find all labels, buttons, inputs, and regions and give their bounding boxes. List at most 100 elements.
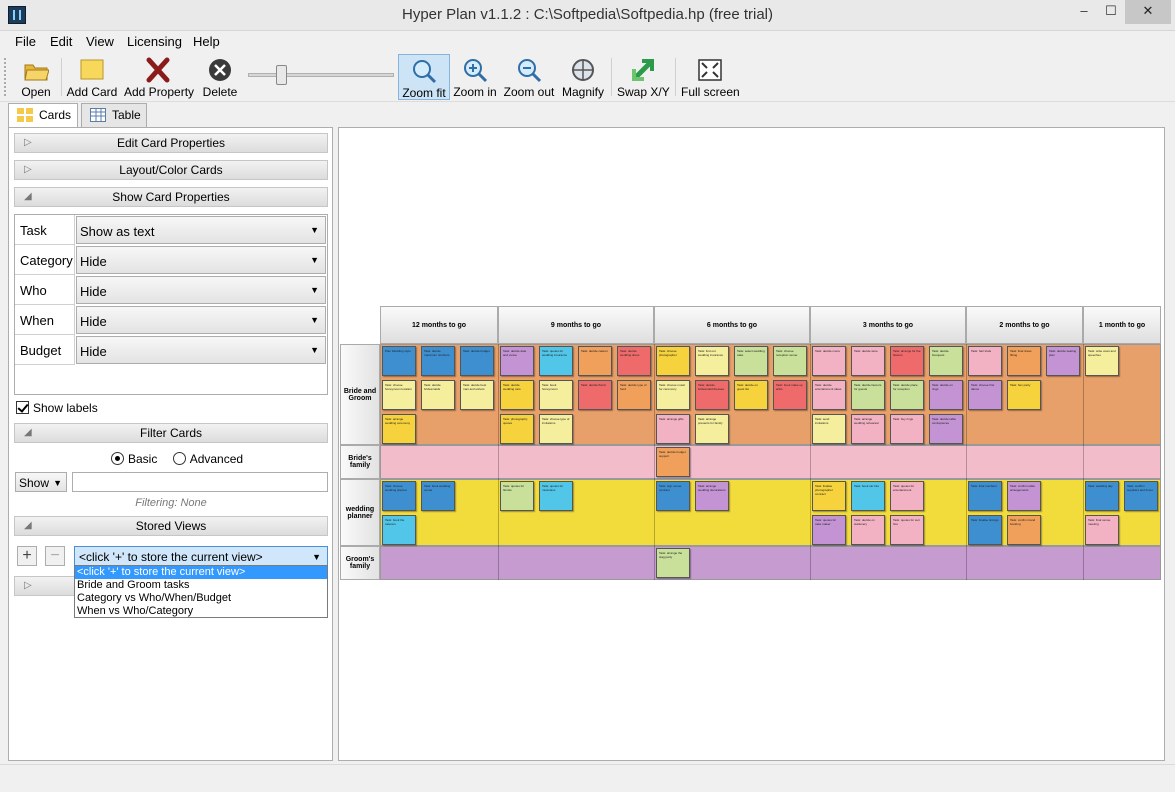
- filter-cards-section[interactable]: ◢ Filter Cards: [14, 423, 328, 443]
- task-card[interactable]: Task: decide place for reception: [890, 380, 924, 410]
- task-card[interactable]: Task: choose music for ceremony: [656, 380, 690, 410]
- dropdown-option[interactable]: Category vs Who/When/Budget: [75, 592, 327, 605]
- task-card[interactable]: Task: arrange for the flowers: [890, 346, 924, 376]
- menu-view[interactable]: View: [86, 34, 114, 49]
- task-card[interactable]: Task: decide on guest list: [734, 380, 768, 410]
- tab-table[interactable]: Table: [81, 103, 147, 127]
- task-card[interactable]: Task: confirm band booking: [1007, 515, 1041, 545]
- task-card[interactable]: Task: decide bridesmaid dresses: [695, 380, 729, 410]
- filter-input[interactable]: [72, 472, 328, 492]
- task-card[interactable]: Task: confirm table arrangements: [1007, 481, 1041, 511]
- task-card[interactable]: Task: arrange wedding decorations: [695, 481, 729, 511]
- when-display-select[interactable]: Hide ▼: [76, 306, 326, 334]
- tab-cards[interactable]: Cards: [8, 103, 78, 128]
- layout-color-cards-section[interactable]: ▷ Layout/Color Cards: [14, 160, 328, 180]
- edit-card-properties-section[interactable]: ▷ Edit Card Properties: [14, 133, 328, 153]
- add-view-button[interactable]: +: [17, 546, 37, 566]
- dropdown-option[interactable]: <click '+' to store the current view>: [75, 566, 327, 579]
- task-card[interactable]: Task: photography quotes: [500, 414, 534, 444]
- task-card[interactable]: Task: book car hire: [851, 481, 885, 511]
- task-card[interactable]: Task: decide seating plan: [1046, 346, 1080, 376]
- task-card[interactable]: Task: decide caterer: [578, 346, 612, 376]
- maximize-button[interactable]: ☐: [1097, 0, 1125, 24]
- task-card[interactable]: Task: decide on stationery: [851, 515, 885, 545]
- zoom-slider-thumb[interactable]: [276, 65, 287, 85]
- filter-show-select[interactable]: Show ▼: [15, 472, 67, 492]
- delete-button[interactable]: Delete: [199, 54, 241, 100]
- zoom-fit-button[interactable]: Zoom fit: [398, 54, 450, 100]
- task-card[interactable]: Task: decide maximum numbers: [421, 346, 455, 376]
- task-card[interactable]: Task: decide menu: [812, 346, 846, 376]
- menu-edit[interactable]: Edit: [50, 34, 72, 49]
- menu-help[interactable]: Help: [193, 34, 220, 49]
- task-card[interactable]: Task: sign venue contract: [656, 481, 690, 511]
- task-card[interactable]: Task: decide best man and ushers: [460, 380, 494, 410]
- task-card[interactable]: Task: confirm suppliers and times: [1124, 481, 1158, 511]
- task-card[interactable]: Task: quotes for entertainment: [890, 481, 924, 511]
- task-card[interactable]: Task: book the caterers: [382, 515, 416, 545]
- task-card[interactable]: Task: send invitations: [812, 414, 846, 444]
- task-card[interactable]: Task: decide date and venue: [500, 346, 534, 376]
- task-card[interactable]: Task: buy rings: [890, 414, 924, 444]
- task-card[interactable]: Task: final dress fitting: [1007, 346, 1041, 376]
- task-card[interactable]: Task: choose honeymoon location: [382, 380, 416, 410]
- open-button[interactable]: Open: [14, 54, 58, 100]
- task-card[interactable]: Task: choose first dance: [968, 380, 1002, 410]
- add-property-button[interactable]: Add Property: [124, 54, 194, 100]
- task-card[interactable]: Task: decide entertainment ideas: [812, 380, 846, 410]
- task-card[interactable]: Task: decide type of food: [617, 380, 651, 410]
- swap-xy-button[interactable]: Swap X/Y: [617, 54, 670, 100]
- task-card[interactable]: Task: quotes for cake maker: [812, 515, 846, 545]
- advanced-radio[interactable]: Advanced: [172, 452, 243, 466]
- task-card[interactable]: Task: quotes for suit hire: [890, 515, 924, 545]
- menu-licensing[interactable]: Licensing: [127, 34, 182, 49]
- task-card[interactable]: Task: arrange wedding ceremony: [382, 414, 416, 444]
- task-card[interactable]: Task: book wedding venue: [421, 481, 455, 511]
- task-card[interactable]: Task: write vows and speeches: [1085, 346, 1119, 376]
- task-card[interactable]: Task: final numbers: [968, 481, 1002, 511]
- minimize-button[interactable]: –: [1070, 0, 1098, 24]
- category-display-select[interactable]: Hide ▼: [76, 246, 326, 274]
- budget-display-select[interactable]: Hide ▼: [76, 336, 326, 364]
- task-card[interactable]: Task: decide wine: [851, 346, 885, 376]
- task-card[interactable]: Task: decide on rings: [929, 380, 963, 410]
- task-card[interactable]: Task: quotes for wedding insurance: [539, 346, 573, 376]
- menu-file[interactable]: File: [15, 34, 36, 49]
- task-card[interactable]: Task: finalise photographer contract: [812, 481, 846, 511]
- task-card[interactable]: Task: decide florist: [578, 380, 612, 410]
- task-card[interactable]: Task: arrange wedding rehearsal: [851, 414, 885, 444]
- magnify-button[interactable]: Magnify: [561, 54, 605, 100]
- dropdown-option[interactable]: When vs Who/Category: [75, 605, 327, 618]
- task-card[interactable]: Task: decide wedding dress: [617, 346, 651, 376]
- task-card[interactable]: Task: decide wedding cars: [500, 380, 534, 410]
- card-board-canvas[interactable]: 12 months to go 9 months to go 6 months to…: [338, 127, 1165, 761]
- task-card[interactable]: Task: decide budget support: [656, 447, 690, 477]
- dropdown-option[interactable]: Bride and Groom tasks: [75, 579, 327, 592]
- task-card[interactable]: Plan Wedding style: [382, 346, 416, 376]
- task-card[interactable]: Task: choose reception venue: [773, 346, 807, 376]
- stored-view-select[interactable]: <click '+' to store the current view> ▼: [74, 546, 328, 566]
- task-card[interactable]: Task: choose photographer: [656, 346, 690, 376]
- task-card[interactable]: Task: decide budget: [460, 346, 494, 376]
- task-card[interactable]: Task: choose wedding planner: [382, 481, 416, 511]
- task-card[interactable]: Task: wedding day: [1085, 481, 1119, 511]
- task-card[interactable]: Task: quotes for musicians: [539, 481, 573, 511]
- task-card[interactable]: Task: choose type of invitations: [539, 414, 573, 444]
- task-card[interactable]: Task: hen party: [1007, 380, 1041, 410]
- task-card[interactable]: Task: decide bridesmaids: [421, 380, 455, 410]
- close-button[interactable]: ✕: [1125, 0, 1171, 24]
- stored-views-section[interactable]: ◢ Stored Views: [14, 516, 328, 536]
- task-card[interactable]: Task: arrange the stag party: [656, 548, 690, 578]
- basic-radio[interactable]: Basic: [111, 452, 157, 466]
- show-card-properties-section[interactable]: ◢ Show Card Properties: [14, 187, 328, 207]
- zoom-out-button[interactable]: Zoom out: [503, 54, 555, 100]
- task-card[interactable]: Task: final venue meeting: [1085, 515, 1119, 545]
- who-display-select[interactable]: Hide ▼: [76, 276, 326, 304]
- task-card[interactable]: Task: decide table centrepieces: [929, 414, 963, 444]
- show-labels-checkbox[interactable]: Show labels: [16, 401, 98, 415]
- task-card[interactable]: Task: finalise timings: [968, 515, 1002, 545]
- add-card-button[interactable]: Add Card: [66, 54, 118, 100]
- task-card[interactable]: Task: arrange gifts: [656, 414, 690, 444]
- full-screen-button[interactable]: Full screen: [681, 54, 740, 100]
- task-card[interactable]: Task: book honeymoon: [539, 380, 573, 410]
